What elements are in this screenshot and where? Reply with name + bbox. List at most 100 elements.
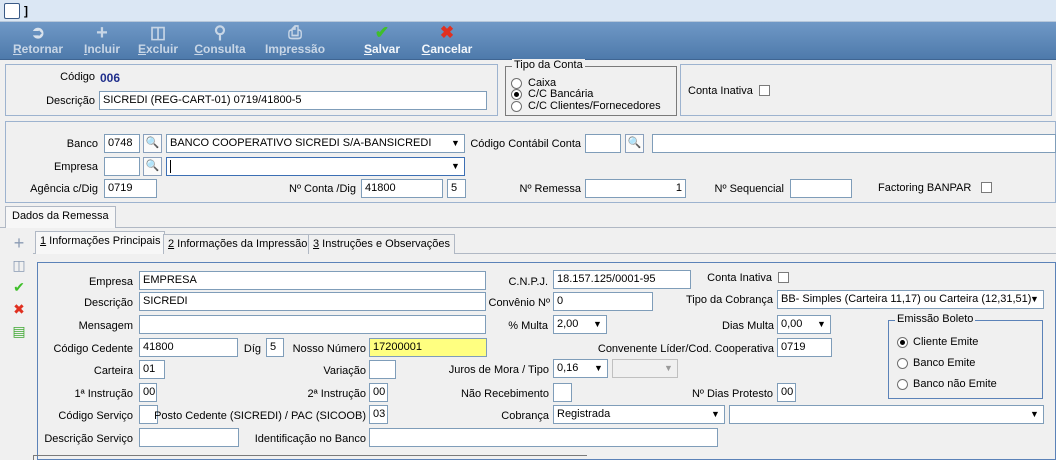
trash-icon: ◫ [149,23,167,42]
descricao-field[interactable]: SICREDI (REG-CART-01) 0719/41800-5 [99,91,487,110]
add-button[interactable]: + [11,233,27,253]
instrucao2-field[interactable]: 00 [369,383,388,402]
sequencial-field[interactable] [790,179,852,198]
descricao-servico-field[interactable] [139,428,239,447]
tab-informacoes-impressao[interactable]: 2 Informações da Impressão [163,234,313,254]
identificacao-field[interactable] [369,428,718,447]
retornar-button[interactable]: ➲ Retornar [8,22,68,60]
export-button[interactable]: ▤ [11,323,27,339]
instrucao1-field[interactable]: 00 [139,383,157,402]
back-arrow-icon: ➲ [30,23,46,42]
carteira-field[interactable]: 01 [139,360,165,379]
app-icon [4,3,20,19]
cancel-button[interactable]: ✖ [11,301,27,317]
tab-dados-remessa[interactable]: Dados da Remessa [5,206,116,228]
outer-tab-line [0,227,1056,228]
codigo-contabil-desc-field[interactable] [652,134,1056,153]
empresa-code-field[interactable] [104,157,140,176]
agencia-label: Agência c/Dig [30,183,98,195]
cobranca-select[interactable]: Registrada ▼ [553,405,725,424]
salvar-button[interactable]: ✔ Salvar [360,22,404,60]
codigo-contabil-label: Código Contábil Conta [470,138,581,150]
factoring-label: Factoring BANPAR [878,182,972,194]
juros-select[interactable]: 0,16 ▼ [553,359,608,378]
tab-instrucoes-observacoes[interactable]: 3 Instruções e Observações [308,234,455,254]
empresa-search-button[interactable]: 🔍 [143,157,162,176]
mensagem-label: Mensagem [78,320,133,332]
tipo-cobranca-select[interactable]: BB- Simples (Carteira 11,17) ou Carteira… [777,290,1044,309]
descricao-servico-label: Descrição Serviço [44,433,133,445]
convenente-field[interactable]: 0719 [777,338,832,357]
radio-banco-emite[interactable] [897,358,908,369]
factoring-checkbox[interactable] [981,182,992,193]
nosso-numero-field[interactable]: 17200001 [369,338,487,357]
radio-cc-bancaria[interactable] [511,89,522,100]
dias-protesto-field[interactable]: 00 [777,383,796,402]
nao-recebimento-label: Não Recebimento [460,388,549,400]
save-button[interactable]: ✔ [11,279,27,295]
radio-caixa[interactable] [511,78,522,89]
codigo-servico-label: Código Serviço [58,410,133,422]
cobranca-extra-select[interactable]: ▼ [729,405,1044,424]
nao-recebimento-field[interactable] [553,383,572,402]
search-icon: 🔍 [145,137,160,149]
conta-field[interactable]: 41800 [361,179,443,198]
trash-icon: ◫ [12,257,26,273]
cancelar-button[interactable]: ✖ Cancelar [420,22,474,60]
banco-code-field[interactable]: 0748 [104,134,140,153]
empresa-select[interactable]: ▼ [166,157,465,176]
cnpj-field[interactable]: 18.157.125/0001-95 [553,270,691,289]
multa-select[interactable]: 2,00 ▼ [553,315,607,334]
radio-cc-clientes[interactable] [511,101,522,112]
codigo-contabil-search-button[interactable]: 🔍 [625,134,644,153]
convenio-field[interactable]: 0 [553,292,653,311]
juros-tipo-select[interactable]: ▼ [612,359,678,378]
radio-banco-emite-label: Banco Emite [913,357,976,369]
chevron-down-icon: ▼ [1030,294,1039,304]
mensagem-field[interactable] [139,315,486,334]
form-conta-inativa-checkbox[interactable] [778,272,789,283]
plus-icon: + [96,22,108,44]
carteira-label: Carteira [93,365,133,377]
cedente-label: Código Cedente [53,343,133,355]
tipo-conta-title: Tipo da Conta [512,59,585,71]
impressao-button[interactable]: ⎙ Impressão [262,22,328,60]
radio-banco-nao-emite[interactable] [897,379,908,390]
posto-field[interactable]: 03 [369,405,388,424]
convenente-label: Convenente Líder/Cod. Cooperativa [597,343,774,355]
consulta-button[interactable]: ⚲ Consulta [194,22,246,60]
chevron-down-icon: ▼ [711,409,720,419]
dias-multa-select[interactable]: 0,00 ▼ [777,315,831,334]
checkmark-icon: ✔ [374,23,390,42]
form-empresa-label: Empresa [88,276,133,288]
dig-field[interactable]: 5 [266,338,284,357]
radio-cliente-emite-label: Cliente Emite [913,336,979,348]
cnpj-label: C.N.P.J. [508,276,548,288]
banco-select[interactable]: BANCO COOPERATIVO SICREDI S/A-BANSICREDI… [166,134,465,153]
banco-search-button[interactable]: 🔍 [143,134,162,153]
instrucao2-label: 2ª Instrução [307,388,367,400]
form-descricao-field[interactable]: SICREDI [139,292,486,311]
identificacao-label: Identificação no Banco [254,433,366,445]
radio-cliente-emite[interactable] [897,337,908,348]
chevron-down-icon: ▼ [1030,409,1039,419]
variacao-field[interactable] [369,360,396,379]
close-x-icon: ✖ [13,301,25,317]
incluir-button[interactable]: + Incluir [80,22,124,60]
text-caret [170,159,171,173]
tab-informacoes-principais[interactable]: 1 Informações Principais [35,231,166,254]
cedente-field[interactable]: 41800 [139,338,238,357]
plus-icon: + [13,233,25,253]
form-empresa-field[interactable]: EMPRESA [139,271,486,290]
conta-inativa-checkbox[interactable] [759,85,770,96]
codigo-contabil-field[interactable] [585,134,621,153]
empresa-label: Empresa [53,161,98,173]
delete-button[interactable]: ◫ [11,257,27,273]
conta-inativa-label: Conta Inativa [688,85,753,97]
dias-protesto-label: Nº Dias Protesto [691,388,773,400]
excluir-button[interactable]: ◫ Excluir [136,22,180,60]
conta-dig-field[interactable]: 5 [447,179,466,198]
remessa-field[interactable]: 1 [585,179,686,198]
agencia-field[interactable]: 0719 [104,179,157,198]
convenio-label: Convênio Nº [488,297,551,309]
